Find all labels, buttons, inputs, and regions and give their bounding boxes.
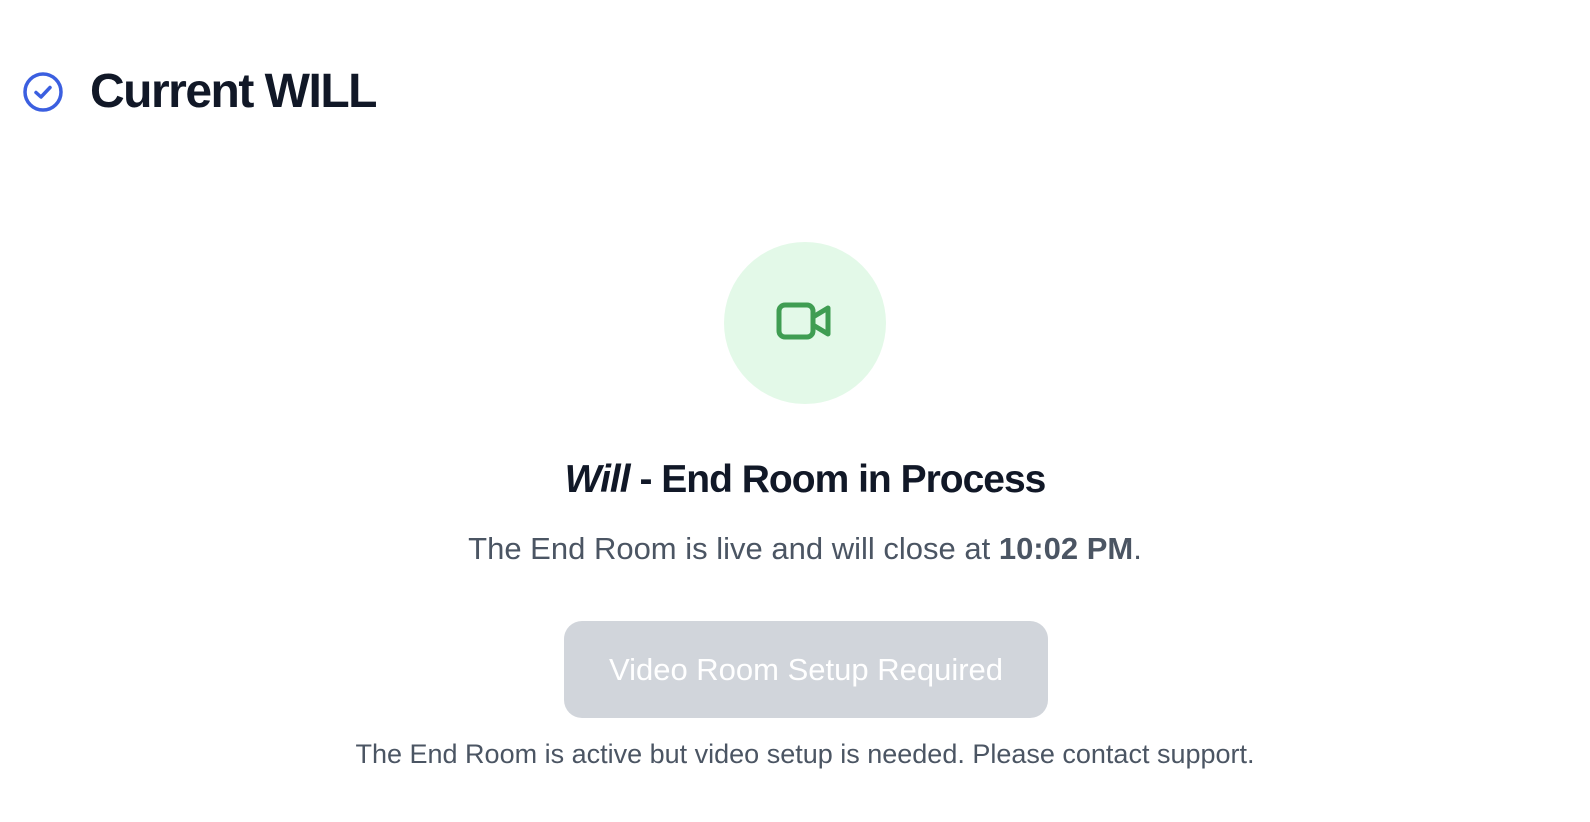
support-note: The End Room is active but video setup i…: [355, 739, 1255, 769]
room-title-rest: - End Room in Process: [629, 458, 1046, 501]
status-prefix: The End Room is live and will close at: [468, 531, 999, 566]
room-title: Will - End Room in Process: [0, 456, 1590, 504]
room-status-text: The End Room is live and will close at 1…: [0, 529, 1590, 569]
video-status-badge: [724, 242, 886, 404]
end-room-panel: Will - End Room in Process The End Room …: [0, 0, 1590, 822]
room-title-will: Will: [564, 458, 631, 501]
close-time: 10:02 PM: [998, 531, 1134, 566]
status-suffix: .: [1133, 531, 1142, 566]
video-camera-icon: [776, 299, 834, 348]
video-room-setup-button[interactable]: Video Room Setup Required: [564, 621, 1048, 718]
